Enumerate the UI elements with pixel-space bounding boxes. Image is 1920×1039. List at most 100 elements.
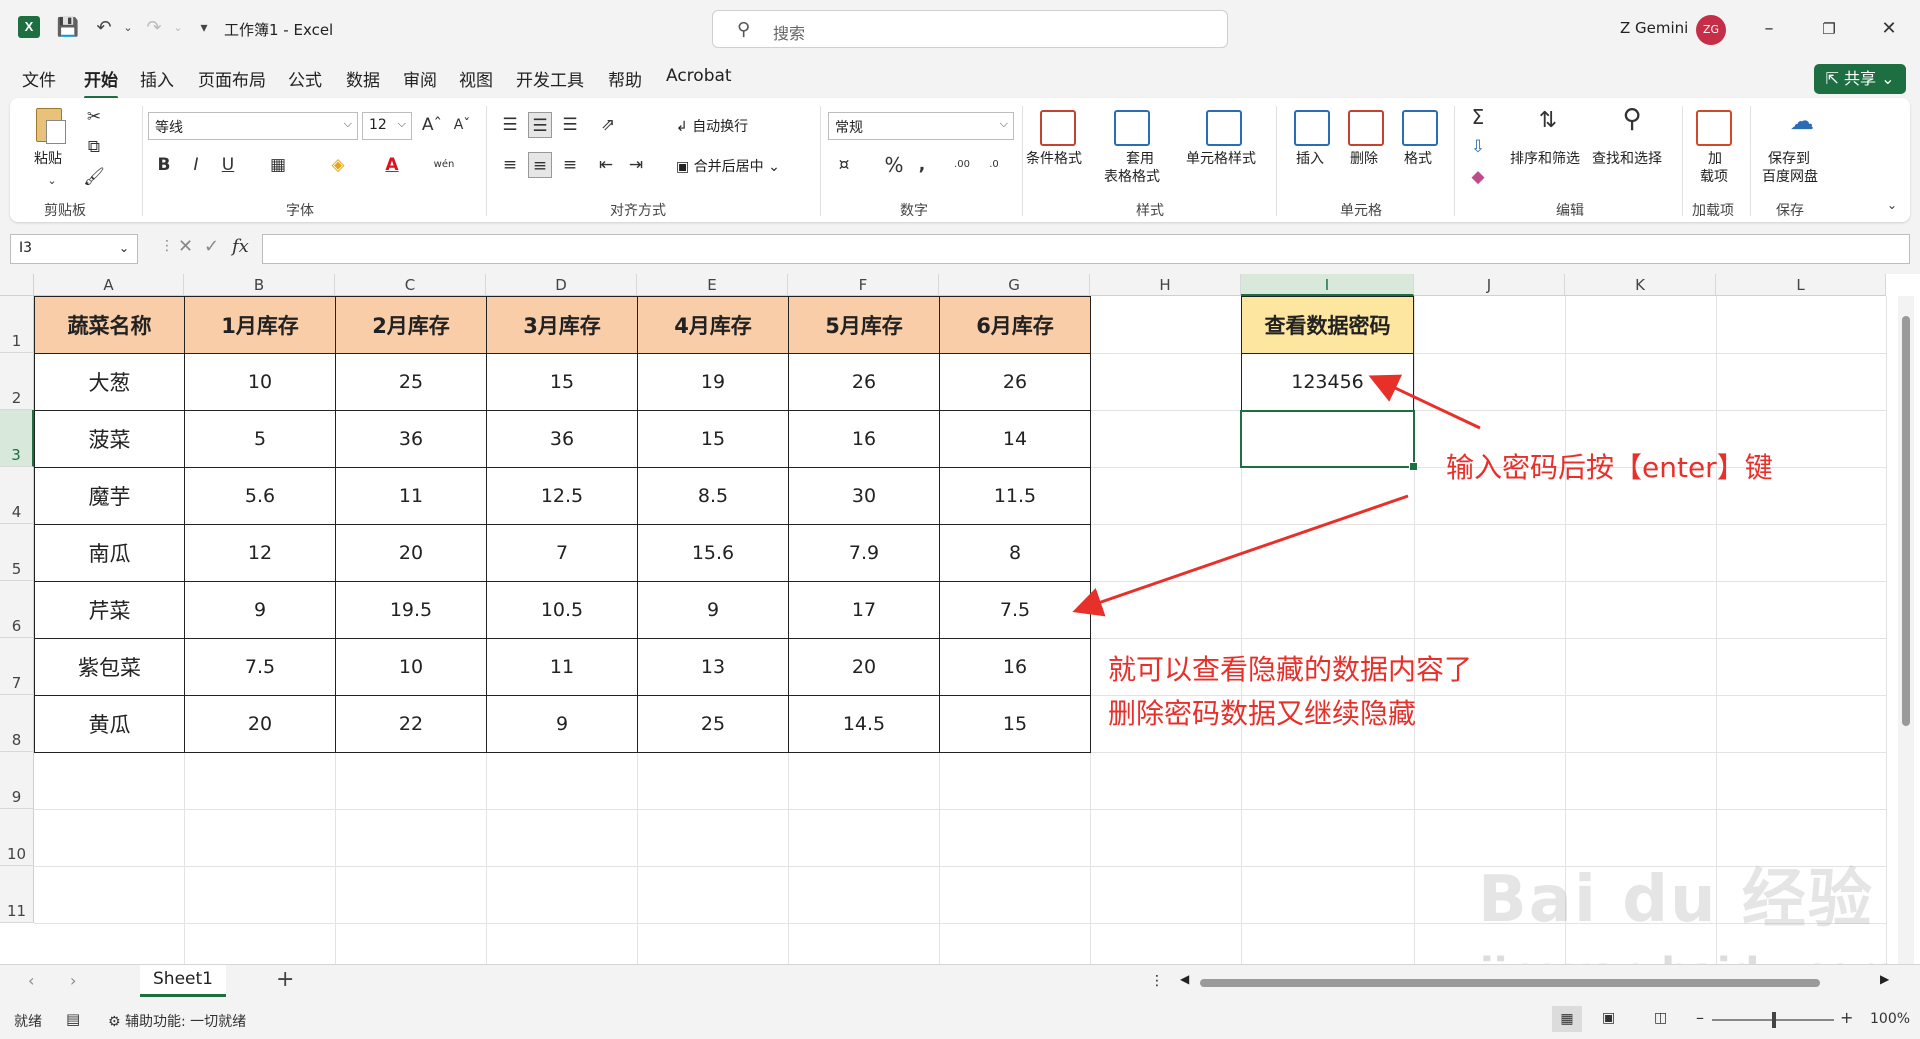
insert-cells-icon[interactable] xyxy=(1294,110,1330,146)
delete-cells-icon[interactable] xyxy=(1348,110,1384,146)
font-name-select[interactable]: 等线 ⌵ xyxy=(148,112,358,140)
zoom-in-icon[interactable]: + xyxy=(1840,1008,1853,1027)
conditional-formatting-button[interactable]: 条件格式 xyxy=(1026,150,1082,168)
align-bottom-icon[interactable]: ☰ xyxy=(558,112,582,138)
zoom-level[interactable]: 100% xyxy=(1870,1011,1910,1027)
scroll-right-icon[interactable]: ▶ xyxy=(1880,972,1889,986)
decrease-decimal-icon[interactable]: .0 xyxy=(982,152,1006,178)
undo-dropdown-icon[interactable]: ⌄ xyxy=(116,16,140,40)
currency-icon[interactable]: ¤ xyxy=(832,152,856,178)
minimize-icon[interactable]: – xyxy=(1754,16,1784,42)
tab-data[interactable]: 数据 xyxy=(346,66,380,91)
increase-indent-icon[interactable]: ⇥ xyxy=(624,152,648,178)
format-as-table-label-2[interactable]: 表格格式 xyxy=(1104,168,1160,186)
format-cells-icon[interactable] xyxy=(1402,110,1438,146)
wrap-text-button[interactable]: ↲ 自动换行 xyxy=(676,116,748,136)
macro-record-icon[interactable]: ▤ xyxy=(66,1010,80,1028)
autosum-icon[interactable]: Σ xyxy=(1466,104,1490,130)
tab-home[interactable]: 开始 xyxy=(84,66,118,99)
orientation-icon[interactable]: ⇗ xyxy=(596,112,620,138)
increase-decimal-icon[interactable]: .00 xyxy=(950,152,974,178)
sort-filter-button[interactable]: 排序和筛选 xyxy=(1510,150,1580,168)
underline-icon[interactable]: U xyxy=(216,152,240,178)
align-left-icon[interactable]: ≡ xyxy=(498,152,522,178)
decrease-indent-icon[interactable]: ⇤ xyxy=(594,152,618,178)
addins-label-2[interactable]: 载项 xyxy=(1700,168,1728,186)
clear-icon[interactable]: ◆ xyxy=(1466,164,1490,190)
share-button[interactable]: ⇱ 共享 ⌄ xyxy=(1814,64,1906,94)
redo-dropdown-icon[interactable]: ⌄ xyxy=(166,16,190,40)
enter-icon[interactable]: ✓ xyxy=(204,236,219,257)
format-as-table-icon[interactable] xyxy=(1114,110,1150,146)
worksheet-grid[interactable]: ABCDEFGHIJKL 1 2 3 4 5 6 7 8 9 10 11 蔬菜名称 1月库存 2月库存 3… xyxy=(0,274,1920,964)
formula-input[interactable] xyxy=(262,234,1910,264)
tab-page-layout[interactable]: 页面布局 xyxy=(198,66,266,91)
normal-view-icon[interactable]: ▦ xyxy=(1552,1006,1582,1032)
user-name[interactable]: Z Gemini xyxy=(1620,19,1688,37)
accessibility-status[interactable]: ⚙ 辅助功能: 一切就绪 xyxy=(108,1011,246,1031)
addins-icon[interactable] xyxy=(1696,110,1732,146)
zoom-out-icon[interactable]: – xyxy=(1696,1008,1704,1027)
format-painter-icon[interactable]: 🖌 xyxy=(82,164,106,190)
decrease-font-icon[interactable]: Aˇ xyxy=(450,112,474,138)
fill-color-icon[interactable]: ◈ xyxy=(326,152,350,178)
merge-center-button[interactable]: ▣ 合并后居中 ⌄ xyxy=(676,156,780,176)
cell-styles-icon[interactable] xyxy=(1206,110,1242,146)
insert-function-icon[interactable]: fx xyxy=(232,236,249,257)
tab-help[interactable]: 帮助 xyxy=(608,66,642,91)
prev-sheet-icon[interactable]: ‹ xyxy=(28,971,34,990)
search-box[interactable]: ⚲ 搜索 xyxy=(712,10,1228,48)
delete-cells-button[interactable]: 删除 xyxy=(1350,150,1378,168)
tab-formulas[interactable]: 公式 xyxy=(288,66,322,91)
tab-review[interactable]: 审阅 xyxy=(403,66,437,91)
copy-icon[interactable]: ⧉ xyxy=(82,134,106,160)
align-middle-icon[interactable]: ☰ xyxy=(528,112,552,138)
italic-icon[interactable]: I xyxy=(184,152,208,178)
conditional-formatting-icon[interactable] xyxy=(1040,110,1076,146)
save-netdisk-label-1[interactable]: 保存到 xyxy=(1768,150,1810,168)
avatar[interactable]: ZG xyxy=(1696,15,1726,45)
fill-icon[interactable]: ⇩ xyxy=(1466,134,1490,160)
ribbon-collapse-icon[interactable]: ⌄ xyxy=(1880,192,1904,218)
tab-view[interactable]: 视图 xyxy=(459,66,493,91)
save-netdisk-label-2[interactable]: 百度网盘 xyxy=(1762,168,1818,186)
align-top-icon[interactable]: ☰ xyxy=(498,112,522,138)
increase-font-icon[interactable]: Aˆ xyxy=(420,112,444,138)
name-box[interactable]: I3 ⌄ xyxy=(10,234,138,264)
phonetic-guide-icon[interactable]: wén xyxy=(432,152,456,178)
horizontal-scroll-thumb[interactable] xyxy=(1200,979,1820,987)
format-as-table-label-1[interactable]: 套用 xyxy=(1126,150,1154,168)
font-color-icon[interactable]: A xyxy=(380,152,404,178)
baidu-netdisk-icon[interactable]: ☁ xyxy=(1790,108,1814,134)
tab-acrobat[interactable]: Acrobat xyxy=(666,66,732,86)
next-sheet-icon[interactable]: › xyxy=(70,971,76,990)
close-icon[interactable]: ✕ xyxy=(1874,16,1904,42)
format-cells-button[interactable]: 格式 xyxy=(1404,150,1432,168)
align-center-icon[interactable]: ≡ xyxy=(528,152,552,178)
vertical-scrollbar[interactable] xyxy=(1898,296,1914,964)
find-select-button[interactable]: 查找和选择 xyxy=(1592,150,1662,168)
redo-icon[interactable]: ↷ xyxy=(142,16,166,40)
tab-file[interactable]: 文件 xyxy=(22,66,56,91)
restore-icon[interactable]: ❐ xyxy=(1814,16,1844,42)
tab-insert[interactable]: 插入 xyxy=(140,66,174,91)
cut-icon[interactable]: ✂ xyxy=(82,104,106,130)
zoom-slider-thumb[interactable] xyxy=(1772,1012,1776,1028)
percent-icon[interactable]: % xyxy=(882,152,906,178)
insert-cells-button[interactable]: 插入 xyxy=(1296,150,1324,168)
customize-toolbar-icon[interactable]: ▾ xyxy=(192,16,216,40)
paste-dropdown-icon[interactable]: ⌄ xyxy=(40,168,64,194)
bold-icon[interactable]: B xyxy=(152,152,176,178)
page-layout-view-icon[interactable]: ▣ xyxy=(1602,1010,1615,1026)
paste-button[interactable]: 粘贴 xyxy=(34,150,62,168)
cancel-icon[interactable]: ✕ xyxy=(178,236,193,257)
save-icon[interactable]: 💾 xyxy=(56,16,80,40)
paste-icon[interactable] xyxy=(32,106,68,144)
number-format-select[interactable]: 常规 ⌵ xyxy=(828,112,1014,140)
align-right-icon[interactable]: ≡ xyxy=(558,152,582,178)
sheet-tab-sheet1[interactable]: Sheet1 xyxy=(140,965,226,997)
vertical-scroll-thumb[interactable] xyxy=(1902,316,1910,726)
add-sheet-button[interactable]: + xyxy=(276,967,294,992)
addins-label-1[interactable]: 加 xyxy=(1708,150,1722,168)
page-break-view-icon[interactable]: ◫ xyxy=(1654,1010,1667,1026)
